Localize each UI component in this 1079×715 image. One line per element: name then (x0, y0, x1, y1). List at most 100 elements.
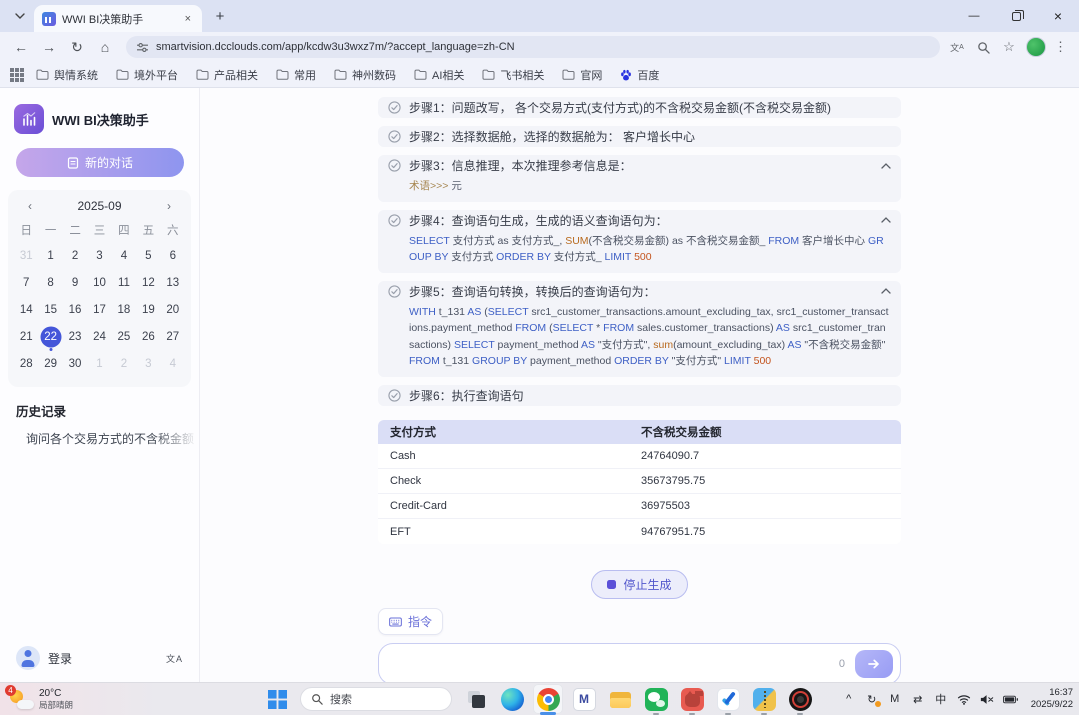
bookmark-item[interactable]: 官网 (562, 67, 602, 83)
task-view-icon[interactable] (461, 684, 491, 714)
zip-app-icon[interactable] (749, 684, 779, 714)
reload-icon[interactable]: ↻ (64, 35, 90, 59)
ime-icon[interactable]: 中 (934, 689, 948, 709)
start-button-icon[interactable] (263, 685, 291, 713)
calendar-day[interactable]: 6 (161, 244, 185, 267)
bookmark-item[interactable]: 境外平台 (116, 67, 178, 83)
command-button[interactable]: 指令 (378, 608, 443, 635)
app-m-icon[interactable]: M (888, 689, 902, 709)
step-sql: WITH t_131 AS (SELECT src1_customer_tran… (388, 302, 891, 377)
edge-icon[interactable] (497, 684, 527, 714)
language-icon[interactable]: 文A (166, 652, 183, 665)
collapse-chevron-icon[interactable] (881, 163, 891, 169)
wifi-icon[interactable] (957, 689, 971, 709)
calendar-day[interactable]: 17 (87, 298, 111, 321)
typora-icon[interactable] (569, 684, 599, 714)
bookmark-item[interactable]: 神州数码 (334, 67, 396, 83)
weather-widget[interactable]: 4 20°C 局部晴朗 (8, 683, 73, 715)
calendar-day[interactable]: 26 (136, 325, 160, 348)
calendar-day[interactable]: 28 (14, 352, 38, 375)
calendar-day[interactable]: 30 (63, 352, 87, 375)
calendar-day[interactable]: 3 (87, 244, 111, 267)
calendar-day[interactable]: 9 (63, 271, 87, 294)
bookmark-item[interactable]: 舆情系统 (36, 67, 98, 83)
history-item[interactable]: 询问各个交易方式的不含税金额 (0, 426, 199, 451)
bookmark-star-icon[interactable]: ☆ (1000, 38, 1018, 56)
taskbar-search[interactable]: 搜索 (300, 687, 452, 711)
tab-list-chevron-icon[interactable] (8, 4, 32, 28)
tray-expand-icon[interactable]: ^ (842, 689, 856, 709)
calendar-day[interactable]: 18 (112, 298, 136, 321)
forward-icon[interactable]: → (36, 35, 62, 59)
browser-tab[interactable]: WWI BI决策助手 × (34, 5, 202, 32)
browser-menu-icon[interactable]: ⋮ (1054, 39, 1067, 55)
calendar-day[interactable]: 8 (38, 271, 62, 294)
profile-avatar[interactable] (1026, 37, 1046, 57)
minimize-button[interactable]: — (953, 0, 995, 32)
home-icon[interactable]: ⌂ (92, 35, 118, 59)
calendar-day[interactable]: 13 (161, 271, 185, 294)
login-row[interactable]: 登录 文A (0, 646, 199, 670)
apps-grid-icon[interactable] (10, 68, 24, 82)
calendar-day[interactable]: 10 (87, 271, 111, 294)
url-bar[interactable]: smartvision.dcclouds.com/app/kcdw3u3wxz7… (126, 36, 940, 58)
zoom-icon[interactable] (974, 38, 992, 56)
battery-icon[interactable] (1003, 689, 1018, 709)
file-explorer-icon[interactable] (605, 684, 635, 714)
calendar-day[interactable]: 23 (63, 325, 87, 348)
calendar-day[interactable]: 2 (63, 244, 87, 267)
sync-icon[interactable]: ↻ (865, 689, 879, 709)
bookmark-item[interactable]: 常用 (276, 67, 316, 83)
recorder-icon[interactable] (785, 684, 815, 714)
calendar-day[interactable]: 24 (87, 325, 111, 348)
calendar-day[interactable]: 29 (38, 352, 62, 375)
calendar-day[interactable]: 12 (136, 271, 160, 294)
chat-input-box[interactable]: 0 (378, 643, 901, 685)
calendar-prev-icon[interactable]: ‹ (26, 199, 34, 213)
calendar-day[interactable]: 31 (14, 244, 38, 267)
calendar-day[interactable]: 4 (112, 244, 136, 267)
calendar-day[interactable]: 5 (136, 244, 160, 267)
calendar-day[interactable]: 3 (136, 352, 160, 375)
calendar-day[interactable]: 1 (87, 352, 111, 375)
bookmark-item[interactable]: AI相关 (414, 67, 464, 83)
site-settings-icon[interactable] (136, 42, 149, 53)
send-button[interactable] (855, 650, 893, 678)
calendar-day[interactable]: 22 (38, 325, 62, 348)
bookmark-item[interactable]: 产品相关 (196, 67, 258, 83)
close-button[interactable]: × (1037, 0, 1079, 32)
wechat-icon[interactable] (641, 684, 671, 714)
translate-icon[interactable]: 文A (948, 38, 966, 56)
collapse-chevron-icon[interactable] (881, 288, 891, 294)
volume-muted-icon[interactable] (980, 689, 994, 709)
blue-app-icon[interactable] (713, 684, 743, 714)
chat-input[interactable] (393, 644, 829, 684)
calendar-day[interactable]: 25 (112, 325, 136, 348)
cat-app-icon[interactable] (677, 684, 707, 714)
new-tab-button[interactable]: + (208, 4, 232, 28)
stop-generating-button[interactable]: 停止生成 (591, 570, 687, 599)
calendar-day[interactable]: 11 (112, 271, 136, 294)
calendar-day[interactable]: 4 (161, 352, 185, 375)
calendar-day[interactable]: 2 (112, 352, 136, 375)
net-arrows-icon[interactable]: ⇄ (911, 689, 925, 709)
back-icon[interactable]: ← (8, 35, 34, 59)
calendar-day[interactable]: 14 (14, 298, 38, 321)
tab-close-icon[interactable]: × (182, 12, 194, 26)
calendar-day[interactable]: 7 (14, 271, 38, 294)
calendar-day[interactable]: 16 (63, 298, 87, 321)
restore-button[interactable] (995, 0, 1037, 32)
calendar-day[interactable]: 21 (14, 325, 38, 348)
calendar-day[interactable]: 20 (161, 298, 185, 321)
calendar-day[interactable]: 27 (161, 325, 185, 348)
clock[interactable]: 16:372025/9/22 (1027, 687, 1073, 712)
bookmark-item[interactable]: 百度 (620, 67, 659, 83)
calendar-next-icon[interactable]: › (165, 199, 173, 213)
new-chat-button[interactable]: 新的对话 (16, 148, 184, 177)
chrome-icon[interactable] (533, 684, 563, 714)
calendar-day[interactable]: 1 (38, 244, 62, 267)
calendar-day[interactable]: 15 (38, 298, 62, 321)
calendar-day[interactable]: 19 (136, 298, 160, 321)
bookmark-item[interactable]: 飞书相关 (482, 67, 544, 83)
collapse-chevron-icon[interactable] (881, 217, 891, 223)
